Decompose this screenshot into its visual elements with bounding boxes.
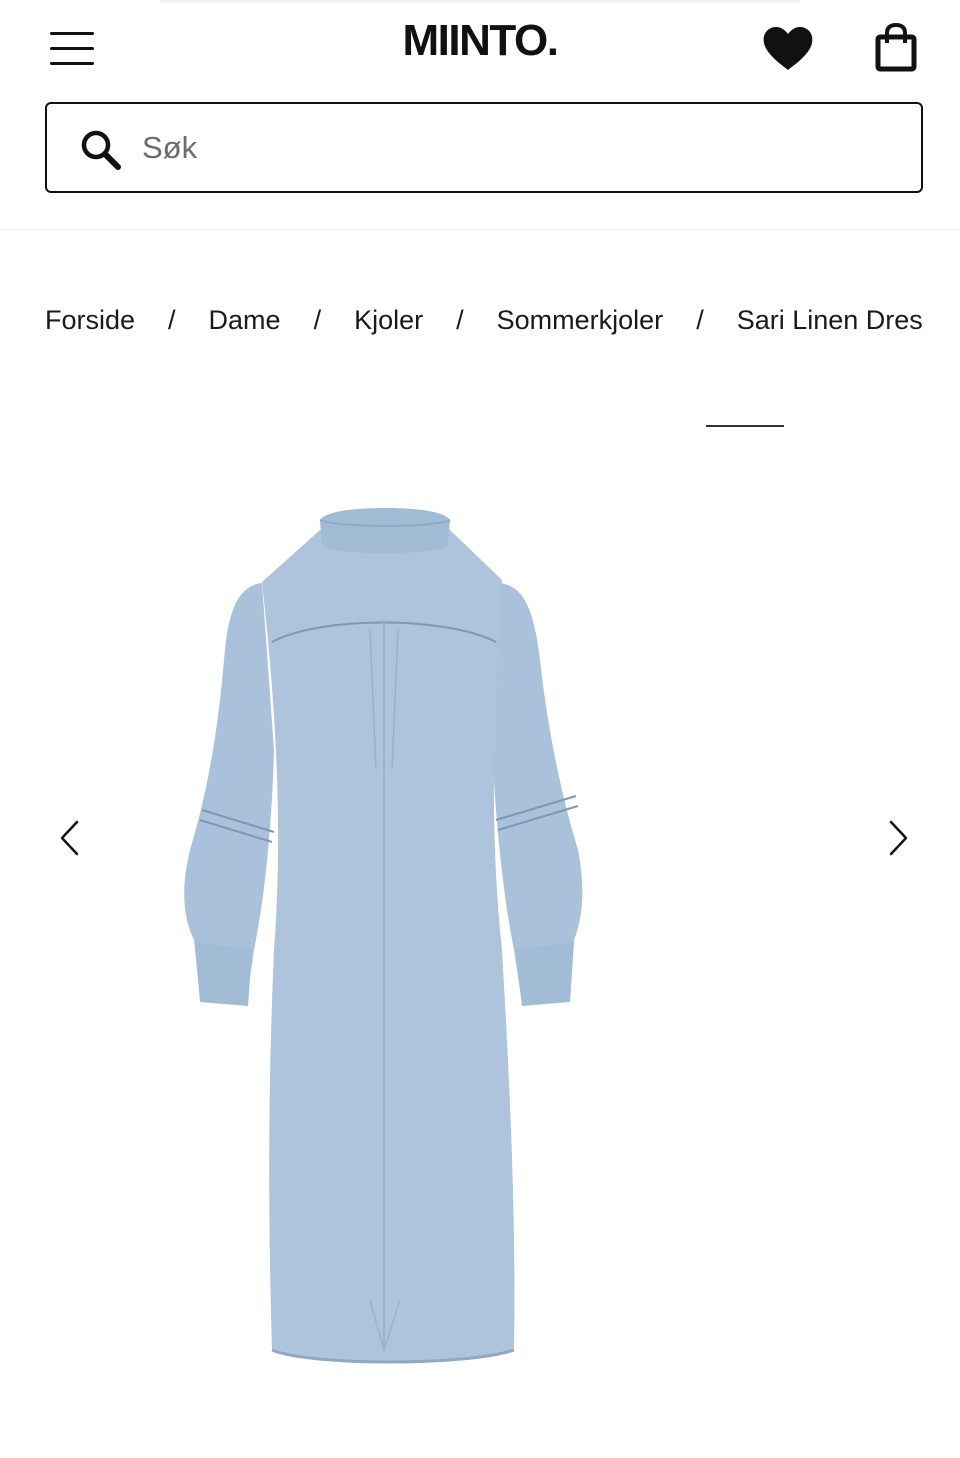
breadcrumb-item-kjoler[interactable]: Kjoler — [354, 305, 423, 336]
product-image-gallery[interactable] — [0, 380, 960, 1458]
gallery-progress-indicator — [706, 425, 784, 427]
wishlist-button[interactable] — [760, 24, 816, 74]
breadcrumb-item-current-product: Sari Linen Dress — [736, 304, 923, 335]
breadcrumb-item-dame[interactable]: Dame — [209, 305, 281, 336]
product-image[interactable] — [150, 490, 620, 1390]
shopping-bag-icon — [875, 22, 917, 72]
breadcrumb-separator: / — [313, 304, 322, 335]
gallery-prev-button[interactable] — [50, 808, 90, 868]
top-edge-shadow — [160, 0, 800, 4]
breadcrumb-separator: / — [696, 304, 704, 335]
breadcrumb-separator: / — [456, 304, 464, 335]
chevron-left-icon — [60, 820, 79, 856]
site-logo[interactable]: MIINTO. — [0, 16, 960, 66]
shopping-bag-button[interactable] — [870, 22, 922, 76]
breadcrumb: Forside / Dame / Kjoler / Sommerkjoler /… — [45, 298, 923, 342]
search-input[interactable] — [142, 124, 882, 172]
breadcrumb-item-forside[interactable]: Forside — [45, 305, 135, 336]
chevron-right-icon — [889, 820, 908, 856]
search-bar[interactable] — [45, 102, 923, 193]
gallery-progress-fill — [706, 425, 784, 427]
breadcrumb-separator: / — [168, 304, 176, 335]
breadcrumb-item-sommerkjoler[interactable]: Sommerkjoler — [497, 305, 664, 336]
search-icon — [81, 130, 121, 170]
site-header: MIINTO. — [0, 0, 960, 230]
gallery-next-button[interactable] — [878, 808, 918, 868]
heart-icon — [763, 27, 813, 70]
